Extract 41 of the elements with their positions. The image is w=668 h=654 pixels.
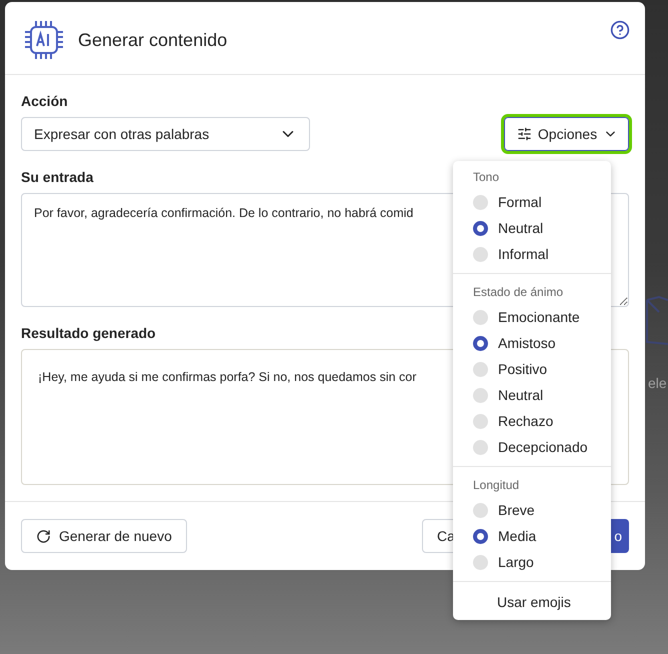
dialog-title: Generar contenido	[78, 30, 228, 51]
radio-button[interactable]	[473, 440, 488, 454]
emoji-option[interactable]: Usar emojis	[453, 590, 611, 620]
option-label: Neutral	[498, 387, 544, 403]
radio-button[interactable]	[473, 220, 488, 236]
sliders-icon	[517, 126, 532, 142]
radio-button[interactable]	[473, 528, 488, 544]
radio-button[interactable]	[473, 336, 488, 350]
group-title: Estado de ánimo	[473, 284, 564, 301]
radio-button[interactable]	[473, 388, 488, 402]
radio-button[interactable]	[473, 554, 488, 570]
option-label: Informal	[498, 246, 549, 262]
field-label: Resultado generado	[21, 325, 156, 341]
option-label: Largo	[498, 554, 534, 570]
background-text: ele	[648, 375, 667, 391]
group-title: Tono	[473, 169, 500, 186]
radio-button[interactable]	[473, 362, 488, 376]
group-title: Longitud	[473, 477, 520, 494]
option-label: Decepcionado	[498, 439, 588, 455]
help-icon[interactable]	[610, 20, 630, 40]
result-text: ¡Hey, me ayuda si me confirmas porfa? Si no, nos quedamos sin cor	[38, 370, 416, 384]
radio-button[interactable]	[473, 414, 488, 428]
refresh-icon	[36, 528, 51, 544]
option-label: Positivo	[498, 361, 548, 377]
option-label: Media	[498, 528, 536, 544]
action-dropdown[interactable]: Expresar con otras palabras	[21, 117, 310, 151]
option-label: Neutral	[498, 220, 544, 236]
options-button[interactable]: Opciones	[504, 117, 629, 151]
option-label: Rechazo	[498, 413, 554, 429]
radio-button[interactable]	[473, 310, 488, 324]
option-label: Breve	[498, 502, 535, 518]
radio-button[interactable]	[473, 502, 488, 518]
option-label: Formal	[498, 194, 542, 210]
regenerate-button[interactable]: Generar de nuevo	[21, 519, 187, 553]
option-label: Amistoso	[498, 335, 556, 351]
field-label: Acción	[21, 93, 68, 109]
radio-button[interactable]	[473, 246, 488, 262]
ai-chip-icon	[24, 20, 64, 60]
radio-button[interactable]	[473, 194, 488, 210]
field-label: Su entrada	[21, 169, 94, 185]
option-label: Emocionante	[498, 309, 580, 325]
